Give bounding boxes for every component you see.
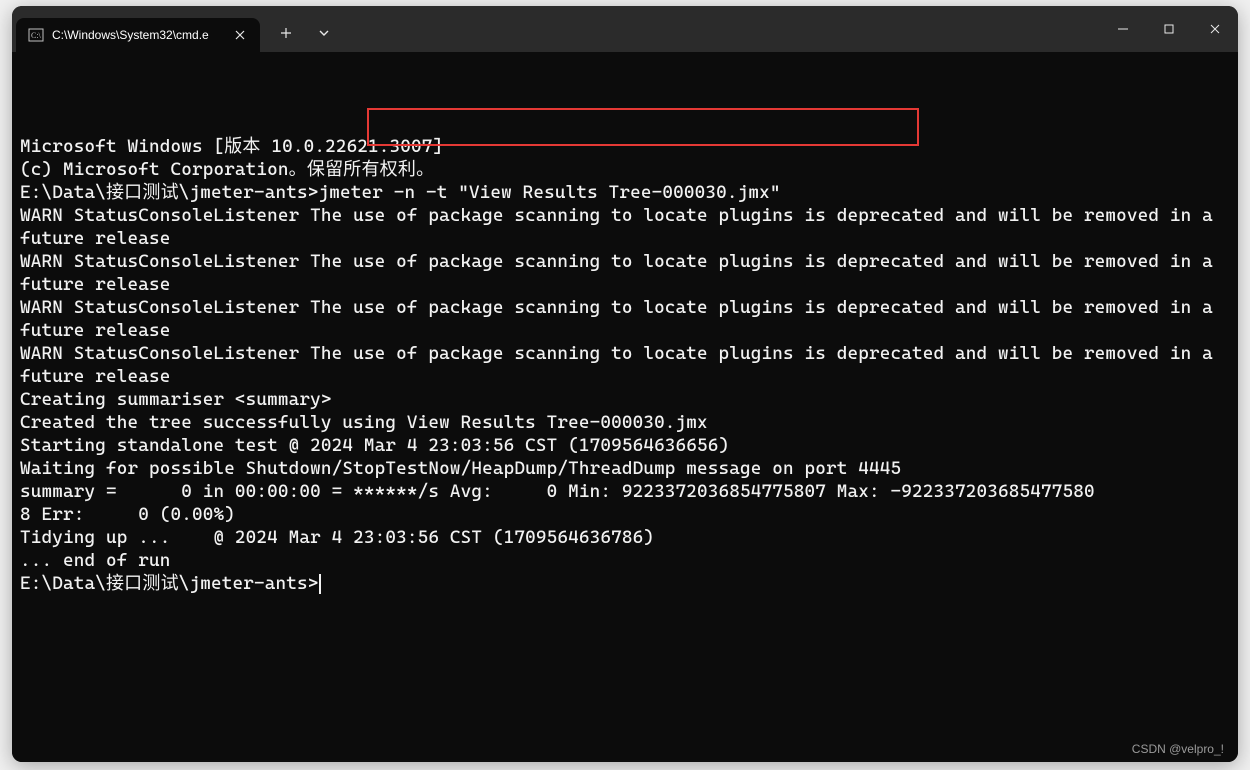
- tab-actions: [260, 6, 340, 52]
- tab-cmd[interactable]: C:\ C:\Windows\System32\cmd.e: [16, 18, 260, 52]
- terminal-line: Creating summariser <summary>: [20, 388, 1230, 411]
- text-cursor: [319, 574, 321, 594]
- new-tab-button[interactable]: [270, 17, 302, 49]
- tab-title: C:\Windows\System32\cmd.e: [52, 28, 224, 42]
- terminal-output[interactable]: Microsoft Windows [版本 10.0.22621.3007](c…: [12, 52, 1238, 762]
- terminal-window: C:\ C:\Windows\System32\cmd.e: [12, 6, 1238, 762]
- terminal-line: WARN StatusConsoleListener The use of pa…: [20, 250, 1230, 296]
- terminal-line: WARN StatusConsoleListener The use of pa…: [20, 296, 1230, 342]
- terminal-line: Created the tree successfully using View…: [20, 411, 1230, 434]
- tab-close-button[interactable]: [232, 27, 248, 43]
- tab-strip: C:\ C:\Windows\System32\cmd.e: [12, 6, 260, 52]
- terminal-line: E:\Data\接口测试\jmeter-ants>jmeter -n -t "V…: [20, 181, 1230, 204]
- tab-dropdown-button[interactable]: [308, 17, 340, 49]
- terminal-line: WARN StatusConsoleListener The use of pa…: [20, 204, 1230, 250]
- terminal-line: ... end of run: [20, 549, 1230, 572]
- window-close-button[interactable]: [1192, 6, 1238, 52]
- cmd-icon: C:\: [28, 27, 44, 43]
- terminal-line: Tidying up ... @ 2024 Mar 4 23:03:56 CST…: [20, 526, 1230, 549]
- terminal-line: (c) Microsoft Corporation。保留所有权利。: [20, 158, 1230, 181]
- terminal-line: 8 Err: 0 (0.00%): [20, 503, 1230, 526]
- terminal-line: WARN StatusConsoleListener The use of pa…: [20, 342, 1230, 388]
- minimize-button[interactable]: [1100, 6, 1146, 52]
- terminal-line: Waiting for possible Shutdown/StopTestNo…: [20, 457, 1230, 480]
- maximize-button[interactable]: [1146, 6, 1192, 52]
- terminal-line: summary = 0 in 00:00:00 = ******/s Avg: …: [20, 480, 1230, 503]
- titlebar: C:\ C:\Windows\System32\cmd.e: [12, 6, 1238, 52]
- svg-text:C:\: C:\: [31, 31, 42, 40]
- terminal-line: E:\Data\接口测试\jmeter-ants>: [20, 572, 1230, 595]
- terminal-line: Microsoft Windows [版本 10.0.22621.3007]: [20, 135, 1230, 158]
- terminal-line: Starting standalone test @ 2024 Mar 4 23…: [20, 434, 1230, 457]
- window-controls: [1100, 6, 1238, 52]
- watermark-text: CSDN @velpro_!: [1132, 742, 1224, 756]
